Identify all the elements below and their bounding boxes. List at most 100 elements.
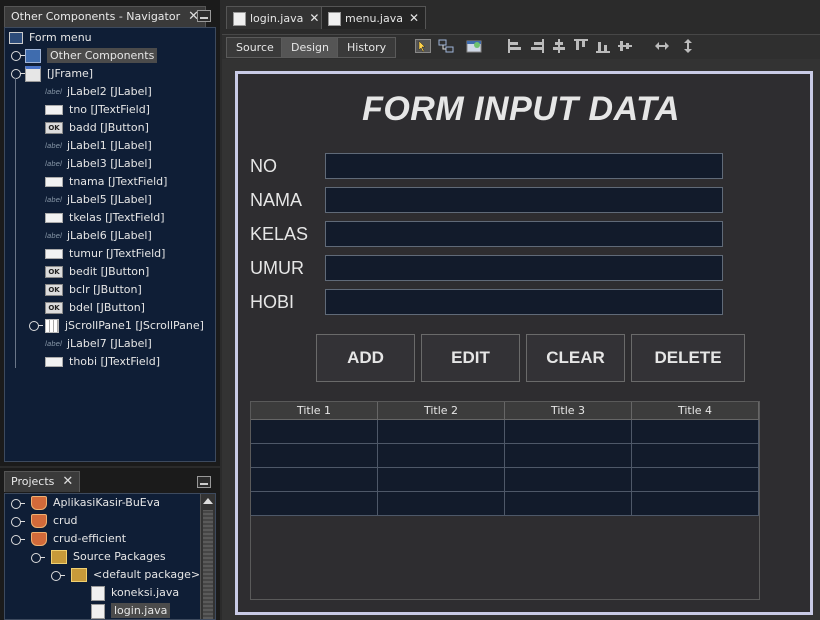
tree-item-component[interactable]: OK bclr [JButton] bbox=[45, 281, 142, 299]
table-header-cell[interactable]: Title 3 bbox=[505, 402, 632, 420]
tree-item-component[interactable]: tkelas [JTextField] bbox=[45, 209, 165, 227]
expand-handle-icon[interactable] bbox=[31, 553, 45, 563]
table-cell[interactable] bbox=[505, 468, 632, 492]
project-tree-item[interactable]: login.java bbox=[91, 602, 171, 619]
jtextfield-icon bbox=[45, 357, 63, 367]
data-table[interactable]: Title 1 Title 2 Title 3 Title 4 bbox=[250, 401, 760, 600]
scroll-up-icon[interactable] bbox=[203, 498, 213, 504]
table-cell[interactable] bbox=[251, 420, 378, 444]
source-view-button[interactable]: Source bbox=[226, 37, 284, 58]
table-header-cell[interactable]: Title 4 bbox=[632, 402, 759, 420]
tree-item-label: badd [JButton] bbox=[69, 121, 149, 134]
align-bottom-icon[interactable] bbox=[596, 39, 610, 53]
table-header-cell[interactable]: Title 1 bbox=[251, 402, 378, 420]
scroll-track[interactable] bbox=[203, 510, 213, 619]
field-nama[interactable] bbox=[325, 187, 723, 213]
tree-item-component[interactable]: label jLabel7 [JLabel] bbox=[45, 335, 152, 353]
selection-mode-icon[interactable] bbox=[415, 39, 431, 53]
tree-item-component[interactable]: OK badd [JButton] bbox=[45, 119, 149, 137]
tree-item-label: jLabel3 [JLabel] bbox=[67, 157, 152, 170]
projects-scrollbar[interactable] bbox=[200, 494, 215, 619]
project-tree-item[interactable]: crud bbox=[31, 512, 78, 530]
tree-root-form[interactable]: Form menu bbox=[9, 29, 92, 47]
table-cell[interactable] bbox=[632, 492, 759, 516]
table-cell[interactable] bbox=[251, 444, 378, 468]
table-cell[interactable] bbox=[378, 492, 505, 516]
field-umur[interactable] bbox=[325, 255, 723, 281]
expand-handle-icon[interactable] bbox=[11, 517, 25, 527]
project-tree-item[interactable]: AplikasiKasir-BuEva bbox=[31, 494, 160, 512]
tree-item-component[interactable]: label jLabel1 [JLabel] bbox=[45, 137, 152, 155]
align-top-icon[interactable] bbox=[574, 39, 588, 53]
project-tree-item[interactable]: koneksi.java bbox=[91, 584, 179, 602]
form-title[interactable]: FORM INPUT DATA bbox=[235, 90, 807, 129]
project-tree-item[interactable]: crud-efficient bbox=[31, 530, 126, 548]
table-header-cell[interactable]: Title 2 bbox=[378, 402, 505, 420]
tree-item-component[interactable]: label jLabel5 [JLabel] bbox=[45, 191, 152, 209]
resize-horizontal-icon[interactable] bbox=[655, 39, 669, 53]
tree-item-component[interactable]: label jLabel2 [JLabel] bbox=[45, 83, 152, 101]
close-icon[interactable]: ✕ bbox=[409, 11, 419, 25]
table-cell[interactable] bbox=[378, 444, 505, 468]
tree-item-component[interactable]: OK bedit [JButton] bbox=[45, 263, 149, 281]
table-cell[interactable] bbox=[251, 468, 378, 492]
table-cell[interactable] bbox=[632, 420, 759, 444]
history-view-button[interactable]: History bbox=[337, 37, 397, 58]
tree-item-component[interactable]: tumur [JTextField] bbox=[45, 245, 165, 263]
expand-handle-icon[interactable] bbox=[11, 499, 25, 509]
project-tree-item[interactable]: Source Packages bbox=[51, 548, 166, 566]
connection-mode-icon[interactable] bbox=[438, 39, 454, 53]
resize-vertical-icon[interactable] bbox=[681, 39, 695, 53]
tab-login-java[interactable]: login.java ✕ bbox=[226, 6, 327, 29]
tree-item-component[interactable]: label jLabel3 [JLabel] bbox=[45, 155, 152, 173]
delete-button[interactable]: DELETE bbox=[631, 334, 745, 382]
table-cell[interactable] bbox=[505, 492, 632, 516]
label-kelas[interactable]: KELAS bbox=[250, 221, 308, 247]
tree-item-component[interactable]: jScrollPane1 [JScrollPane] bbox=[45, 317, 204, 335]
table-cell[interactable] bbox=[632, 468, 759, 492]
java-file-icon bbox=[91, 585, 105, 601]
table-cell[interactable] bbox=[378, 468, 505, 492]
expand-handle-icon[interactable] bbox=[29, 321, 43, 331]
tree-item-component[interactable]: label jLabel6 [JLabel] bbox=[45, 227, 152, 245]
tree-item-component[interactable]: OK bdel [JButton] bbox=[45, 299, 145, 317]
label-hobi[interactable]: HOBI bbox=[250, 289, 294, 315]
tree-item-jframe[interactable]: [JFrame] bbox=[25, 65, 93, 83]
field-kelas[interactable] bbox=[325, 221, 723, 247]
center-vertical-icon[interactable] bbox=[618, 39, 632, 53]
tree-item-component[interactable]: thobi [JTextField] bbox=[45, 353, 160, 371]
expand-handle-icon[interactable] bbox=[11, 69, 25, 79]
expand-handle-icon[interactable] bbox=[51, 571, 65, 581]
expand-handle-icon[interactable] bbox=[11, 51, 25, 61]
align-left-icon[interactable] bbox=[508, 39, 522, 53]
expand-handle-icon[interactable] bbox=[11, 535, 25, 545]
tree-item-other-components[interactable]: Other Components bbox=[25, 47, 158, 65]
edit-button[interactable]: EDIT bbox=[421, 334, 520, 382]
clear-button[interactable]: CLEAR bbox=[526, 334, 625, 382]
table-cell[interactable] bbox=[378, 420, 505, 444]
tree-item-component[interactable]: tno [JTextField] bbox=[45, 101, 150, 119]
table-cell[interactable] bbox=[505, 420, 632, 444]
align-right-icon[interactable] bbox=[530, 39, 544, 53]
project-tree-item[interactable]: <default package> bbox=[71, 566, 200, 584]
tree-item-component[interactable]: tnama [JTextField] bbox=[45, 173, 167, 191]
tab-menu-java[interactable]: menu.java ✕ bbox=[321, 6, 427, 29]
add-button[interactable]: ADD bbox=[316, 334, 415, 382]
close-icon[interactable]: ✕ bbox=[309, 11, 319, 25]
table-cell[interactable] bbox=[632, 444, 759, 468]
navigator-tab[interactable]: Other Components - Navigator ✕ bbox=[4, 6, 207, 27]
design-view-button[interactable]: Design bbox=[281, 37, 339, 58]
preview-design-icon[interactable] bbox=[466, 39, 482, 53]
minimize-icon[interactable] bbox=[197, 476, 211, 488]
projects-tab[interactable]: Projects ✕ bbox=[4, 471, 81, 492]
field-hobi[interactable] bbox=[325, 289, 723, 315]
table-cell[interactable] bbox=[505, 444, 632, 468]
label-no[interactable]: NO bbox=[250, 153, 277, 179]
field-no[interactable] bbox=[325, 153, 723, 179]
table-cell[interactable] bbox=[251, 492, 378, 516]
close-icon[interactable]: ✕ bbox=[62, 474, 73, 489]
label-nama[interactable]: NAMA bbox=[250, 187, 302, 213]
minimize-icon[interactable] bbox=[197, 10, 211, 22]
label-umur[interactable]: UMUR bbox=[250, 255, 304, 281]
center-horizontal-icon[interactable] bbox=[552, 39, 566, 53]
